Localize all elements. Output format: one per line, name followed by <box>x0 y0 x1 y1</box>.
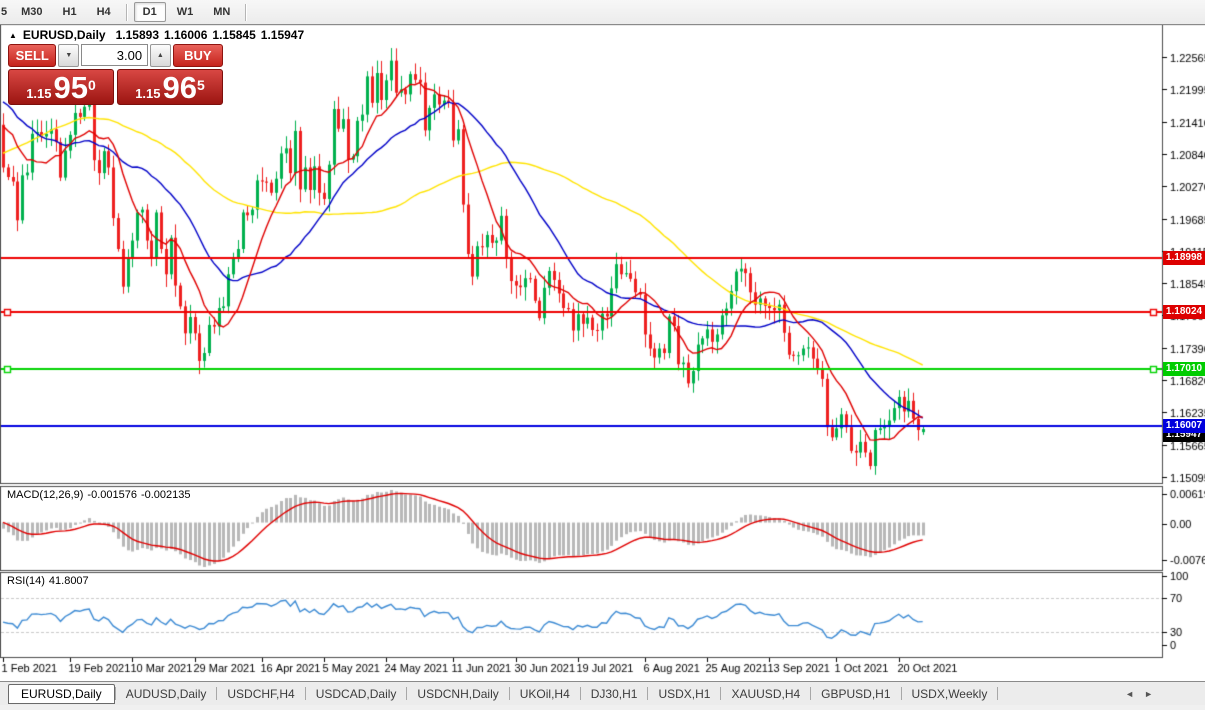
timeframe-button-W1[interactable]: W1 <box>168 2 203 22</box>
chart-title: ▲ EURUSD,Daily 1.15893 1.16006 1.15845 1… <box>9 28 309 42</box>
timeframe-button-MN[interactable]: MN <box>204 2 239 22</box>
sell-price-base: 1.15 <box>26 86 51 102</box>
ohlc-low: 1.15845 <box>212 28 255 42</box>
timeframe-button-M30[interactable]: M30 <box>12 2 51 22</box>
chart-symbol-label: EURUSD,Daily <box>23 28 106 42</box>
collapse-triangle-icon[interactable]: ▲ <box>9 31 17 40</box>
volume-input[interactable] <box>81 44 148 66</box>
chart-tab-UKOil-H4[interactable]: UKOil,H4 <box>510 685 580 703</box>
chart-tab-USDCNH-Daily[interactable]: USDCNH,Daily <box>407 685 508 703</box>
rsi-name: RSI(14) <box>7 575 45 587</box>
sell-price-big: 95 <box>54 73 88 102</box>
rsi-value: 41.8007 <box>49 575 89 587</box>
sell-price-box[interactable]: 1.15 95 0 <box>8 69 114 105</box>
sell-price-sup: 0 <box>88 70 96 100</box>
chart-tab-USDX-H1[interactable]: USDX,H1 <box>648 685 720 703</box>
volume-increase-button[interactable]: ▲ <box>150 44 171 67</box>
macd-name: MACD(12,26,9) <box>7 489 83 501</box>
tab-scroll-left-icon[interactable]: ◄ <box>1125 689 1134 699</box>
chart-tab-GBPUSD-H1[interactable]: GBPUSD,H1 <box>811 685 900 703</box>
buy-price-big: 96 <box>163 73 197 102</box>
chart-tab-USDCAD-Daily[interactable]: USDCAD,Daily <box>306 685 407 703</box>
chart-tab-AUDUSD-Daily[interactable]: AUDUSD,Daily <box>116 685 217 703</box>
chart-tab-USDX-Weekly[interactable]: USDX,Weekly <box>902 685 998 703</box>
ohlc-high: 1.16006 <box>164 28 207 42</box>
macd-label: MACD(12,26,9) -0.001576 -0.002135 <box>7 489 195 501</box>
rsi-label: RSI(14) 41.8007 <box>7 575 93 587</box>
price-line-label-1.18998: 1.18998 <box>1163 251 1205 265</box>
timeframe-button-H1[interactable]: H1 <box>54 2 86 22</box>
buy-price-box[interactable]: 1.15 96 5 <box>117 69 223 105</box>
chart-tab-DJ30-H1[interactable]: DJ30,H1 <box>581 685 648 703</box>
chart-canvas[interactable] <box>0 0 1205 710</box>
buy-price-sup: 5 <box>197 70 205 100</box>
chart-tab-EURUSD-Daily[interactable]: EURUSD,Daily <box>8 684 115 704</box>
timeframe-button-D1[interactable]: D1 <box>134 2 166 22</box>
timeframe-button-H4[interactable]: H4 <box>88 2 120 22</box>
buy-button[interactable]: BUY <box>173 44 223 67</box>
toolbar-separator <box>126 4 128 21</box>
chart-tab-XAUUSD-H4[interactable]: XAUUSD,H4 <box>721 685 810 703</box>
toolbar-separator <box>245 4 247 21</box>
tab-scroll-right-icon[interactable]: ► <box>1144 689 1153 699</box>
tab-nav: ◄ ► <box>1125 689 1153 699</box>
timeframe-button-partial[interactable]: 5 <box>1 6 7 18</box>
ohlc-close: 1.15947 <box>261 28 304 42</box>
sell-button[interactable]: SELL <box>8 44 56 67</box>
price-line-label-1.16007: 1.16007 <box>1163 419 1205 433</box>
volume-decrease-button[interactable]: ▼ <box>58 44 79 67</box>
buy-price-base: 1.15 <box>135 86 160 102</box>
macd-main-value: -0.001576 <box>87 489 137 501</box>
price-line-label-1.18024: 1.18024 <box>1163 305 1205 319</box>
one-click-trade-panel: SELL ▼ ▲ BUY 1.15 95 0 1.15 96 5 <box>8 44 223 105</box>
timeframe-toolbar: 5 M30H1H4 D1W1MN <box>0 0 1205 25</box>
tab-separator <box>997 687 998 700</box>
macd-signal-value: -0.002135 <box>141 489 191 501</box>
ohlc-open: 1.15893 <box>116 28 159 42</box>
mt4-window: 5 M30H1H4 D1W1MN ▲ EURUSD,Daily 1.15893 1… <box>0 0 1205 710</box>
chart-tab-USDCHF-H4[interactable]: USDCHF,H4 <box>217 685 304 703</box>
symbol-tab-bar: EURUSD,DailyAUDUSD,DailyUSDCHF,H4USDCAD,… <box>0 681 1205 705</box>
price-line-label-1.17010: 1.17010 <box>1163 362 1205 376</box>
